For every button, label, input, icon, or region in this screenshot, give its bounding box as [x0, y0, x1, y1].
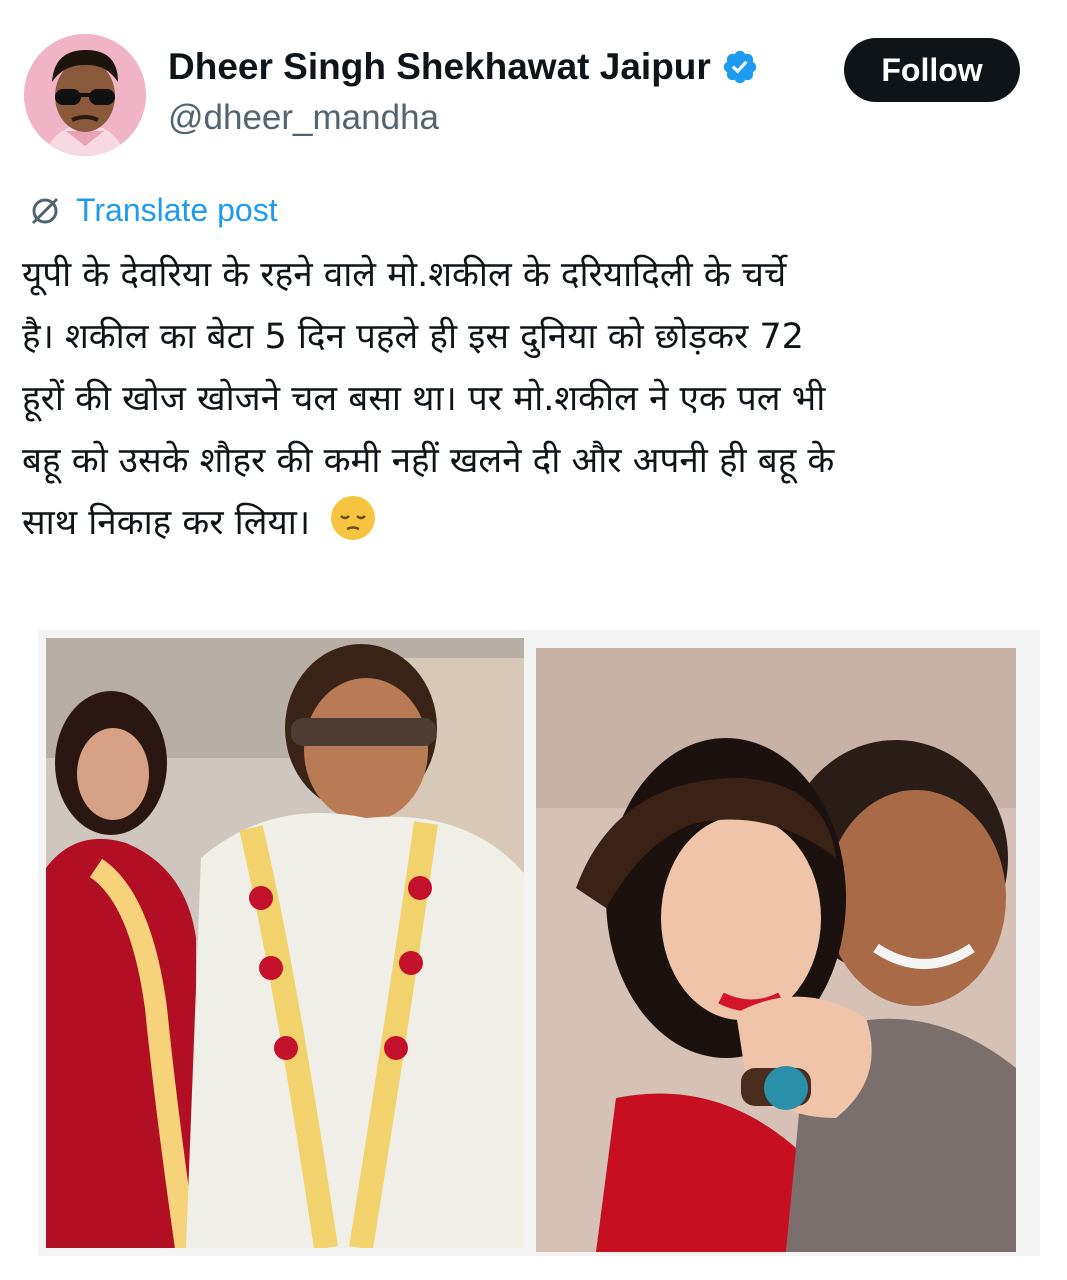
post-text-line: यूपी के देवरिया के रहने वाले मो.शकील के … — [22, 255, 787, 295]
pensive-face-emoji — [331, 496, 376, 540]
translate-post-label: Translate post — [76, 192, 278, 228]
translate-globe-icon — [31, 197, 59, 224]
post-text-line: साथ निकाह कर लिया। — [22, 503, 311, 543]
author-display-name[interactable]: Dheer Singh Shekhawat Jaipur — [168, 46, 711, 88]
post-text-line-last: साथ निकाह कर लिया। — [22, 492, 1042, 554]
author-handle[interactable]: @dheer_mandha — [168, 98, 439, 138]
verified-badge-icon — [723, 50, 757, 84]
post-header: Dheer Singh Shekhawat Jaipur @dheer_mand… — [0, 0, 1067, 160]
post-text-line: हूरों की खोज खोजने चल बसा था। पर मो.शकील… — [22, 379, 826, 419]
translate-post-link[interactable]: Translate post — [28, 192, 278, 229]
post-body: यूपी के देवरिया के रहने वाले मो.शकील के … — [22, 244, 1042, 554]
wedding-photo[interactable] — [46, 638, 524, 1248]
author-avatar[interactable] — [24, 34, 146, 156]
post-text-line: बहू को उसके शौहर की कमी नहीं खलने दी और … — [22, 441, 835, 481]
post-text-line: है। शकील का बेटा 5 दिन पहले ही इस दुनिया… — [22, 317, 804, 357]
follow-button[interactable]: Follow — [844, 38, 1020, 102]
author-name-row: Dheer Singh Shekhawat Jaipur — [168, 46, 759, 88]
couple-selfie-photo[interactable] — [536, 648, 1016, 1252]
